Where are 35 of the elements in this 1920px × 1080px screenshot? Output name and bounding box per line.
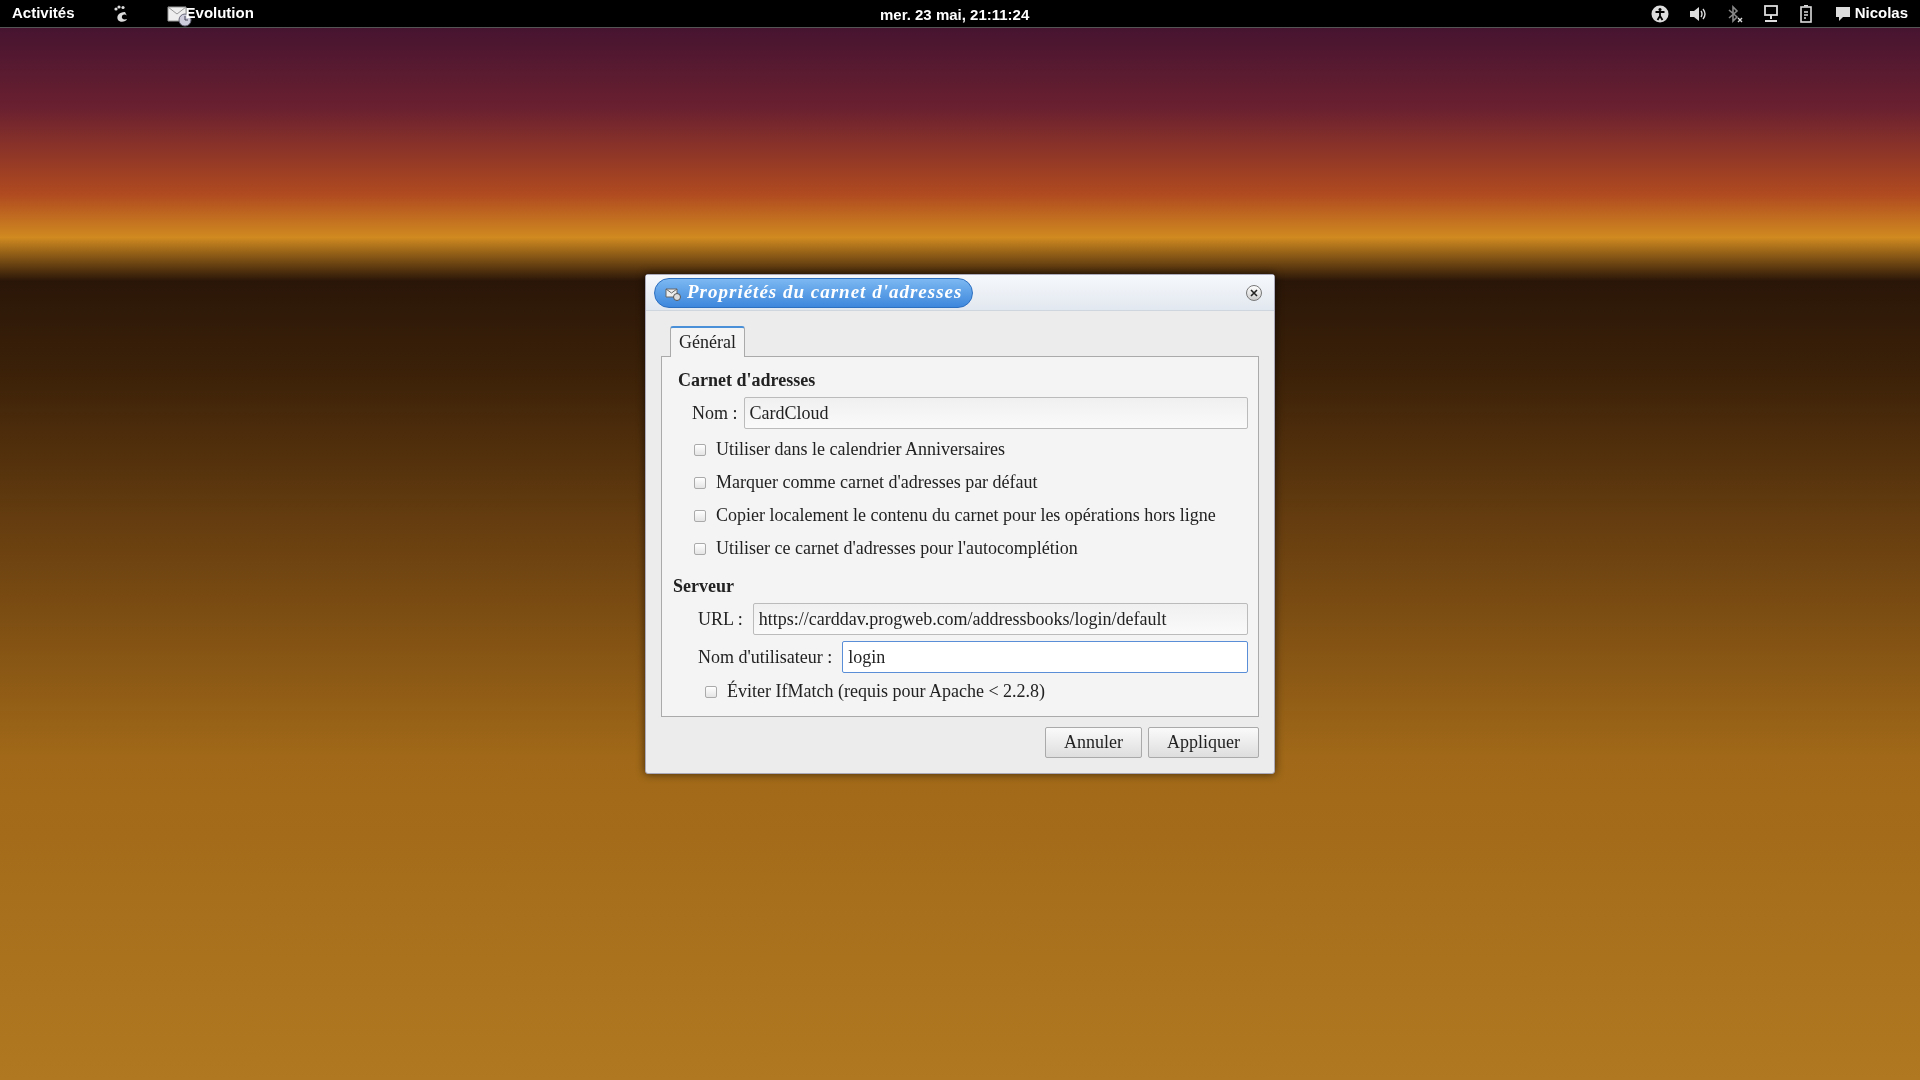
dialog-button[interactable]: Appliquer [1148,727,1259,758]
checkbox[interactable] [694,509,706,522]
text-field[interactable]: login [842,641,1248,673]
dialog-button[interactable]: Annuler [1045,727,1142,758]
field-label: Nom : [692,401,738,425]
app-menu-button[interactable]: Evolution [185,2,254,25]
chat-bubble-icon[interactable] [1834,5,1851,22]
activities-button[interactable]: Activités [12,2,75,25]
checkbox-label[interactable]: Marquer comme carnet d'adresses par défaut [716,469,1038,496]
field-label: URL : [698,607,743,631]
checkbox[interactable] [694,476,706,489]
checkbox-label[interactable]: Éviter IfMatch (requis pour Apache < 2.2.8) [727,678,1046,705]
foot-icon [112,4,129,23]
window-title: Propriétés du carnet d'adresses [654,277,974,308]
checkbox-label[interactable]: Copier localement le contenu du carnet pour les opérations hors ligne [716,502,1216,529]
bluetooth-icon[interactable] [1726,4,1743,23]
close-button[interactable] [1246,284,1262,301]
user-menu-button[interactable]: Nicolas [1854,2,1908,25]
checkbox[interactable] [694,542,706,555]
text-field[interactable]: https://carddav.progweb.com/addressbooks/login/default [752,603,1248,635]
tab[interactable]: Général [670,326,745,357]
checkbox[interactable] [694,443,706,456]
checkbox-label[interactable]: Utiliser dans le calendrier Anniversaires [716,436,1005,463]
section-heading: Serveur [673,575,735,597]
speaker-icon[interactable] [1688,5,1707,22]
checkbox-label[interactable]: Utiliser ce carnet d'adresses pour l'autocomplétion [716,535,1078,562]
network-icon[interactable] [1762,4,1779,23]
section-heading: Carnet d'adresses [678,369,817,391]
battery-icon[interactable] [1798,4,1815,23]
checkbox[interactable] [705,685,717,698]
close-icon [1250,288,1258,297]
text-field[interactable]: CardCloud [743,397,1248,429]
field-label: Nom d'utilisateur : [698,645,833,669]
clock[interactable]: mer. 23 mai, 21:11:24 [880,4,1030,27]
accessibility-icon[interactable] [1650,4,1669,23]
